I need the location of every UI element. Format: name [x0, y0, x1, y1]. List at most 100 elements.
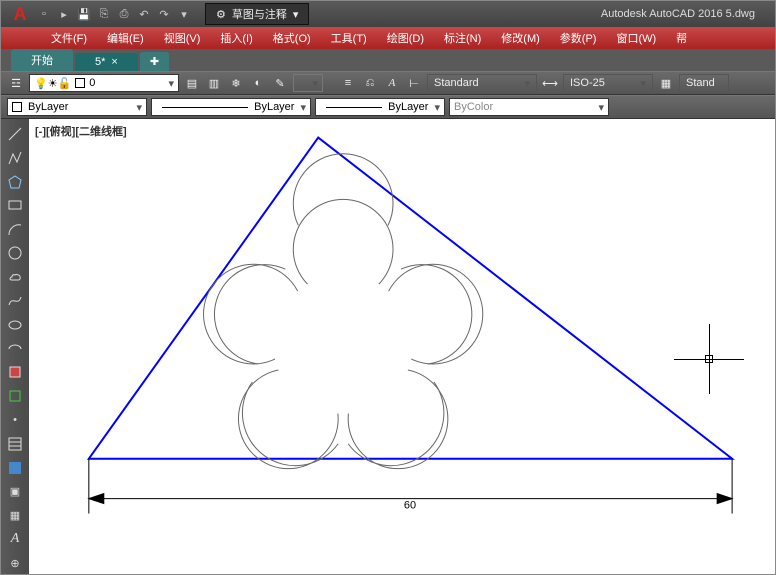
layer-props-icon[interactable]: ☲ — [7, 74, 25, 92]
title-bar: A ▫ ▸ 💾 ⎘ ⎙ ↶ ↷ ▾ ⚙ 草图与注释 ▾ Autodesk Aut… — [1, 1, 775, 27]
addselected-icon[interactable]: ⊕ — [4, 552, 26, 574]
menu-bar: 文件(F) 编辑(E) 视图(V) 插入(I) 格式(O) 工具(T) 绘图(D… — [1, 27, 775, 49]
menu-draw[interactable]: 绘图(D) — [377, 27, 434, 49]
chevron-down-icon: ▾ — [293, 8, 299, 21]
layer-selector[interactable]: 💡 ☀ 🔓 0 ▾ — [29, 74, 179, 92]
chevron-down-icon: ▾ — [294, 101, 306, 114]
match-props-icon[interactable]: ⎌ — [361, 74, 379, 92]
hatch-icon[interactable] — [4, 433, 26, 455]
point-icon[interactable]: • — [4, 409, 26, 431]
table-icon[interactable]: ▦ — [4, 505, 26, 527]
workspace-switcher[interactable]: ⚙ 草图与注释 ▾ — [205, 3, 309, 25]
tab-start[interactable]: 开始 — [11, 49, 73, 71]
layer-freeze-icon[interactable]: ❄ — [227, 74, 245, 92]
redo-icon[interactable]: ↷ — [155, 5, 173, 23]
polygon-icon[interactable] — [4, 171, 26, 193]
gear-icon: ⚙ — [216, 8, 226, 21]
lineweight-preview — [326, 107, 382, 108]
menu-edit[interactable]: 编辑(E) — [97, 27, 154, 49]
qat-dropdown-icon[interactable]: ▾ — [175, 5, 193, 23]
save-icon[interactable]: 💾 — [75, 5, 93, 23]
menu-tools[interactable]: 工具(T) — [321, 27, 377, 49]
layer-color-swatch — [75, 78, 85, 88]
menu-insert[interactable]: 插入(I) — [210, 27, 262, 49]
layer-toolbar: ☲ 💡 ☀ 🔓 0 ▾ ▤ ▥ ❄ ◐ ✎ ▾ ≡ ⎌ A ⊢ Standard… — [1, 71, 775, 95]
draw-toolbar: • ▣ ▦ A ⊕ — [1, 119, 29, 574]
saveas-icon[interactable]: ⎘ — [95, 5, 113, 23]
arc-icon[interactable] — [4, 218, 26, 240]
circle-icon[interactable] — [4, 242, 26, 264]
lineweight-value: ByLayer — [388, 101, 428, 113]
layer-match-icon[interactable]: ✎ — [271, 74, 289, 92]
ellipse-icon[interactable] — [4, 314, 26, 336]
drawing-content: 60 — [29, 119, 775, 574]
region-icon[interactable]: ▣ — [4, 481, 26, 503]
lock-icon: 🔓 — [58, 77, 72, 90]
color-selector[interactable]: ByLayer ▾ — [7, 98, 147, 116]
linetype-preview — [162, 107, 248, 108]
menu-format[interactable]: 格式(O) — [263, 27, 321, 49]
lightbulb-icon: 💡 — [34, 77, 48, 90]
menu-help[interactable]: 帮 — [666, 27, 697, 49]
menu-window[interactable]: 窗口(W) — [606, 27, 666, 49]
plot-icon[interactable]: ⎙ — [115, 5, 133, 23]
layer-iso-icon[interactable]: ▥ — [205, 74, 223, 92]
tab-new[interactable]: ✚ — [140, 52, 169, 71]
chevron-down-icon: ▾ — [130, 101, 142, 114]
new-icon[interactable]: ▫ — [35, 5, 53, 23]
quick-access-toolbar: A ▫ ▸ 💾 ⎘ ⎙ ↶ ↷ ▾ ⚙ 草图与注释 ▾ — [1, 1, 315, 27]
tab-document[interactable]: 5* × — [75, 53, 138, 71]
text-style-value: Standard — [434, 77, 479, 89]
chevron-down-icon: ▾ — [592, 101, 604, 114]
linetype-icon[interactable]: ≡ — [339, 74, 357, 92]
text-style-icon[interactable]: A — [383, 74, 401, 92]
properties-toolbar: ByLayer ▾ ByLayer ▾ ByLayer ▾ ByColor ▾ — [1, 95, 775, 119]
dim-icon[interactable]: ⟷ — [541, 74, 559, 92]
dim-style-selector[interactable]: ISO-25 ▾ — [563, 74, 653, 92]
color-swatch — [12, 102, 22, 112]
revcloud-icon[interactable] — [4, 266, 26, 288]
sun-icon: ☀ — [48, 77, 58, 90]
chevron-down-icon: ▾ — [428, 101, 440, 114]
layer-states-icon[interactable]: ▤ — [183, 74, 201, 92]
gradient-icon[interactable] — [4, 457, 26, 479]
menu-modify[interactable]: 修改(M) — [491, 27, 550, 49]
ellipse-arc-icon[interactable] — [4, 338, 26, 360]
spline-icon[interactable] — [4, 290, 26, 312]
text-style-selector[interactable]: Standard ▾ — [427, 74, 537, 92]
line-icon[interactable] — [4, 123, 26, 145]
menu-dim[interactable]: 标注(N) — [434, 27, 491, 49]
app-logo-icon[interactable]: A — [7, 1, 33, 27]
dimension-text: 60 — [404, 500, 416, 512]
linetype-selector[interactable]: ByLayer ▾ — [151, 98, 311, 116]
table-style-value: Stand — [686, 77, 715, 89]
layer-tools-dropdown[interactable]: ▾ — [293, 74, 323, 92]
table-style-icon[interactable]: ▦ — [657, 74, 675, 92]
triangle-shape — [89, 138, 732, 459]
plotstyle-selector[interactable]: ByColor ▾ — [449, 98, 609, 116]
make-block-icon[interactable] — [4, 385, 26, 407]
lineweight-selector[interactable]: ByLayer ▾ — [315, 98, 445, 116]
layer-name: 0 — [89, 77, 95, 89]
drawing-canvas[interactable]: [-][俯视][二维线框] — [29, 119, 775, 574]
flower-shape — [204, 154, 483, 469]
table-style-selector[interactable]: Stand — [679, 74, 729, 92]
linetype-value: ByLayer — [254, 101, 294, 113]
workspace-label: 草图与注释 — [232, 6, 287, 22]
menu-file[interactable]: 文件(F) — [41, 27, 97, 49]
menu-view[interactable]: 视图(V) — [154, 27, 211, 49]
plotstyle-value: ByColor — [454, 101, 493, 113]
open-icon[interactable]: ▸ — [55, 5, 73, 23]
dim-style-icon[interactable]: ⊢ — [405, 74, 423, 92]
chevron-down-icon: ▾ — [306, 77, 318, 90]
chevron-down-icon: ▾ — [518, 77, 530, 90]
chevron-down-icon: ▾ — [162, 77, 174, 90]
undo-icon[interactable]: ↶ — [135, 5, 153, 23]
menu-param[interactable]: 参数(P) — [550, 27, 607, 49]
pline-icon[interactable] — [4, 147, 26, 169]
mtext-icon[interactable]: A — [4, 528, 26, 550]
layer-off-icon[interactable]: ◐ — [249, 74, 267, 92]
rectangle-icon[interactable] — [4, 195, 26, 217]
insert-block-icon[interactable] — [4, 361, 26, 383]
close-icon[interactable]: × — [111, 56, 117, 68]
